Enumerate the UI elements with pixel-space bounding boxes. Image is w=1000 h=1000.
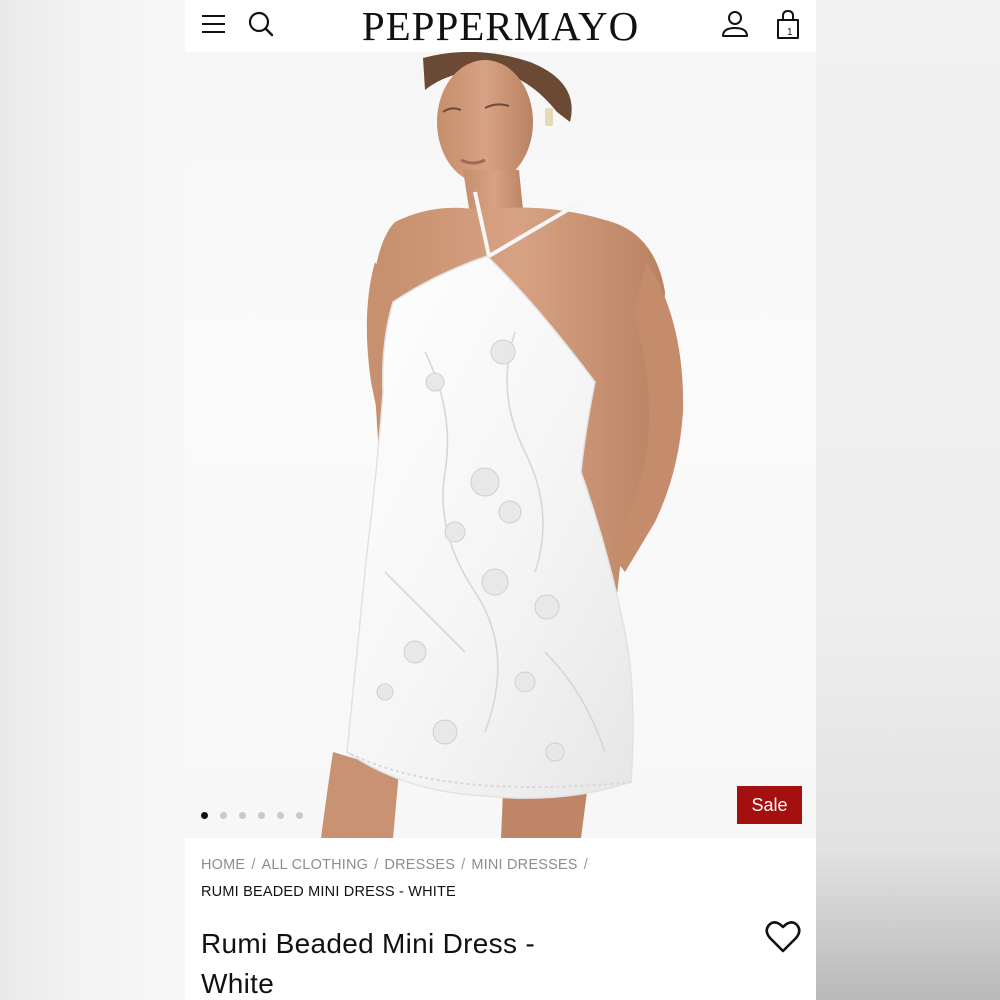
product-page: PEPPERMAYO 1 Sale HOME / ALL CLOTHING / … <box>185 0 816 1000</box>
gallery-dot-2[interactable] <box>220 812 227 819</box>
gallery-dot-4[interactable] <box>258 812 265 819</box>
wishlist-heart-icon[interactable] <box>765 920 801 959</box>
breadcrumb-link-home[interactable]: HOME <box>201 857 245 873</box>
breadcrumb-separator: / <box>251 857 256 873</box>
gallery-pagination <box>201 812 303 819</box>
sale-badge: Sale <box>737 786 802 824</box>
gallery-dot-1[interactable] <box>201 812 208 819</box>
breadcrumb-link-all-clothing[interactable]: ALL CLOTHING <box>262 857 369 873</box>
breadcrumb-link-mini-dresses[interactable]: MINI DRESSES <box>471 857 577 873</box>
breadcrumb-separator: / <box>461 857 466 873</box>
cart-count-badge: 1 <box>787 27 793 38</box>
product-title-line-2: White <box>201 968 275 999</box>
cart-icon[interactable]: 1 <box>776 9 800 41</box>
breadcrumb: HOME / ALL CLOTHING / DRESSES / MINI DRESSES / <box>201 857 594 873</box>
site-header: PEPPERMAYO 1 <box>185 0 816 52</box>
product-image[interactable]: Sale <box>185 52 816 838</box>
gallery-dot-6[interactable] <box>296 812 303 819</box>
gallery-dot-3[interactable] <box>239 812 246 819</box>
product-title: Rumi Beaded Mini Dress - White <box>201 924 581 1000</box>
breadcrumb-link-dresses[interactable]: DRESSES <box>384 857 455 873</box>
gallery-dot-5[interactable] <box>277 812 284 819</box>
product-title-line-1: Rumi Beaded Mini Dress - <box>201 928 535 959</box>
breadcrumb-separator: / <box>583 857 588 873</box>
breadcrumb-current: RUMI BEADED MINI DRESS - WHITE <box>201 884 456 900</box>
account-icon[interactable] <box>720 9 750 44</box>
model-in-dress-illustration <box>321 52 684 838</box>
breadcrumb-separator: / <box>374 857 379 873</box>
background-panel-right <box>816 0 1000 1000</box>
